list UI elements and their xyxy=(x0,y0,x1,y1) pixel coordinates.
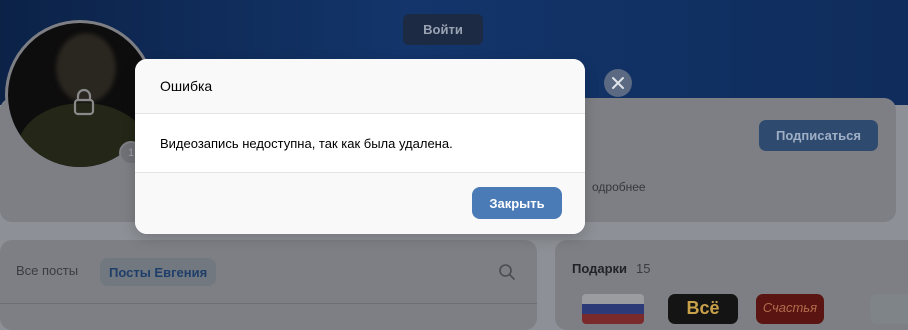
subscribe-button[interactable]: Подписаться xyxy=(759,120,878,151)
gifts-count: 15 xyxy=(636,261,651,276)
gift-vse-text: Всё xyxy=(686,298,720,318)
posts-divider xyxy=(0,303,537,304)
more-link[interactable]: одробнее xyxy=(592,180,646,194)
gift-red-text: Счастья xyxy=(762,300,818,315)
posts-search-button[interactable] xyxy=(498,263,516,281)
close-button[interactable]: Закрыть xyxy=(472,187,562,219)
search-icon xyxy=(499,264,515,280)
gift-red[interactable]: Счастья xyxy=(756,294,824,324)
dialog-body: Видеозапись недоступна, так как была уда… xyxy=(135,114,585,173)
gifts-title[interactable]: Подарки xyxy=(572,261,627,276)
tab-all-posts[interactable]: Все посты xyxy=(16,263,78,278)
close-icon xyxy=(612,77,624,89)
gift-partial[interactable] xyxy=(870,294,908,324)
dialog-title: Ошибка xyxy=(160,78,213,94)
tab-evgeny-posts[interactable]: Посты Евгения xyxy=(100,258,217,286)
posts-card xyxy=(0,240,537,330)
dialog-footer: Закрыть xyxy=(135,173,585,234)
overlay-close-button[interactable] xyxy=(604,69,632,97)
dialog-header: Ошибка xyxy=(135,59,585,114)
lock-icon xyxy=(73,88,95,116)
dialog-message: Видеозапись недоступна, так как была уда… xyxy=(160,135,453,151)
login-button[interactable]: Войти xyxy=(403,14,483,45)
gift-flag[interactable] xyxy=(582,294,644,324)
gift-vse[interactable]: Всё xyxy=(668,294,738,324)
error-dialog: Ошибка Видеозапись недоступна, так как б… xyxy=(135,59,585,234)
